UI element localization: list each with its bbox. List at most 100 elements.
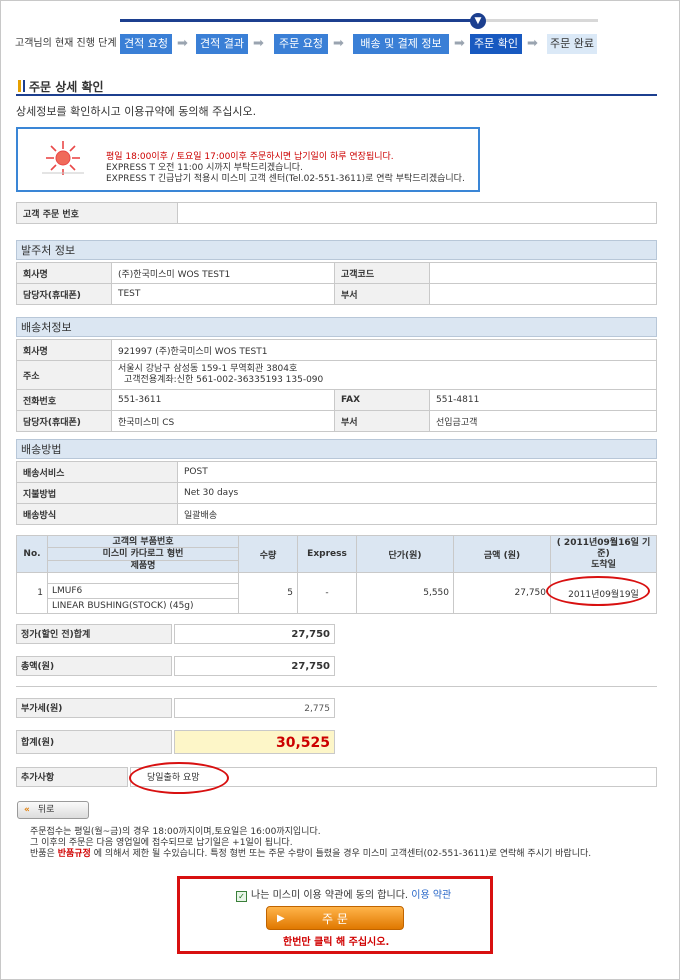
note-line-1: 주문접수는 평일(월~금)의 경우 18:00까지이며,토요일은 16:00까지… (30, 827, 321, 837)
list-total-label: 정가(할인 전)합계 (16, 624, 172, 644)
step-order-complete: 주문 완료 (547, 34, 597, 54)
items-header-catalog: 미스미 카다로그 형번 (47, 547, 239, 561)
order-notes: 주문접수는 평일(월~금)의 경우 18:00까지이며,토요일은 16:00까지… (30, 827, 591, 860)
step-estimate-result: 견적 결과 (196, 34, 248, 54)
items-header-unit: 단가(원) (356, 535, 454, 573)
shipping-dept: 선입금고객 (429, 410, 657, 432)
shipping-fax-label: FAX (334, 389, 430, 411)
orderer-dept (429, 283, 657, 305)
shipping-address: 서울시 강남구 삼성동 159-1 무역회관 3804호 고객전용계좌:신한 5… (111, 360, 657, 390)
down-arrow-icon: ▼ (470, 13, 486, 29)
items-header-no: No. (16, 535, 48, 573)
step-estimate-request: 견적 요청 (120, 34, 172, 54)
method-service: POST (177, 461, 657, 483)
method-payment: Net 30 days (177, 482, 657, 504)
item-product-name: LINEAR BUSHING(STOCK) (45g) (47, 598, 239, 614)
item-no: 1 (16, 572, 48, 614)
extra-label: 추가사항 (16, 767, 128, 787)
orderer-code-label: 고객코드 (334, 262, 430, 284)
shipping-company-label: 회사명 (16, 339, 112, 361)
shipping-phone-label: 전화번호 (16, 389, 112, 411)
items-header-arrival-label: 도착일 (591, 559, 616, 570)
delivery-notice-box: 평일 18:00이후 / 토요일 17:00이후 주문하시면 납기일이 하루 연… (16, 127, 480, 192)
shipping-address-label: 주소 (16, 360, 112, 390)
terms-link[interactable]: 이용 약관 (411, 890, 451, 901)
page-description: 상세정보를 확인하시고 이용규약에 동의해 주십시오. (16, 105, 257, 118)
items-header-express: Express (297, 535, 357, 573)
agreement-line: ✓ 나는 미스미 이용 약관에 동의 합니다. 이용 약관 (236, 886, 451, 902)
notice-line-3: EXPRESS T 긴급납기 적용시 미스미 고객 센터(Tel.02-551-… (106, 174, 465, 184)
items-header-qty: 수량 (238, 535, 298, 573)
orderer-dept-label: 부서 (334, 283, 430, 305)
sun-icon (42, 141, 84, 175)
step-arrow-icon: ➡ (253, 36, 264, 51)
step-arrow-icon: ➡ (333, 36, 344, 51)
progress-track-fill (120, 19, 478, 22)
progress-label: 고객님의 현재 진행 단계 (15, 38, 117, 49)
customer-order-table: 고객 주문 번호 (16, 202, 657, 224)
arrival-date-highlight-oval (546, 576, 650, 606)
step-arrow-icon: ➡ (527, 36, 538, 51)
customer-order-value (177, 202, 657, 224)
shipping-fax: 551-4811 (429, 389, 657, 411)
item-customer-part (47, 572, 239, 584)
item-catalog-number: LMUF6 (47, 583, 239, 599)
step-arrow-icon: ➡ (454, 36, 465, 51)
item-express: - (297, 572, 357, 614)
note-line-2: 그 이후의 주문은 다음 영업일에 접수되므로 납기일은 +1일이 됩니다. (30, 838, 293, 848)
item-unit-price: 5,550 (356, 572, 454, 614)
method-service-label: 배송서비스 (16, 461, 178, 483)
vat-value: 2,775 (174, 698, 335, 718)
return-policy-link[interactable]: 반품규정 (58, 849, 91, 859)
shipping-address-line-1: 서울시 강남구 삼성동 159-1 무역회관 3804호 (118, 364, 298, 374)
step-arrow-icon: ➡ (177, 36, 188, 51)
sum-value: 30,525 (174, 730, 335, 754)
order-button[interactable]: ▶ 주 문 (266, 906, 404, 930)
item-amount: 27,750 (453, 572, 551, 614)
method-section-header: 배송방법 (16, 439, 657, 459)
vat-label: 부가세(원) (16, 698, 172, 718)
totals-divider (16, 686, 657, 687)
orderer-person: TEST (111, 283, 335, 305)
orderer-code (429, 262, 657, 284)
note-line-3: 반품은 반품규정 에 의해서 제한 될 수있습니다. 특정 형번 또는 주문 수… (30, 849, 592, 859)
items-header-name: 제품명 (47, 559, 239, 574)
gross-total-value: 27,750 (174, 656, 335, 676)
shipping-table: 회사명 921997 (주)한국미스미 WOS TEST1 주소 서울시 강남구… (16, 339, 657, 432)
agree-checkbox[interactable]: ✓ (236, 891, 247, 902)
gross-total-label: 총액(원) (16, 656, 172, 676)
double-chevron-left-icon: « (24, 805, 30, 815)
click-once-warning: 한번만 클릭 해 주십시오. (283, 937, 390, 948)
items-header-arrival: ( 2011년09월16일 기준) 도착일 (550, 535, 657, 573)
shipping-section-header: 배송처정보 (16, 317, 657, 337)
extra-highlight-oval (129, 762, 229, 794)
items-header-amount: 금액 (원) (453, 535, 551, 573)
shipping-company: 921997 (주)한국미스미 WOS TEST1 (111, 339, 657, 361)
method-table: 배송서비스 POST 지불방법 Net 30 days 배송방식 일괄배송 (16, 461, 657, 525)
items-table: No. 고객의 부품번호 수량 Express 단가(원) 금액 (원) ( 2… (16, 534, 657, 614)
orderer-company-label: 회사명 (16, 262, 112, 284)
arrow-right-icon: ▶ (277, 913, 285, 924)
method-type: 일괄배송 (177, 503, 657, 525)
shipping-dept-label: 부서 (334, 410, 430, 432)
shipping-person: 한국미스미 CS (111, 410, 335, 432)
back-button[interactable]: « 뒤로 (17, 801, 89, 819)
orderer-section-header: 발주처 정보 (16, 240, 657, 260)
shipping-phone: 551-3611 (111, 389, 335, 411)
items-header-arrival-base: ( 2011년09월16일 기준) (556, 537, 651, 559)
orderer-person-label: 담당자(휴대폰) (16, 283, 112, 305)
orderer-table: 회사명 (주)한국미스미 WOS TEST1 고객코드 담당자(휴대폰) TES… (16, 262, 657, 305)
title-underline (16, 94, 657, 96)
page-title: 주문 상세 확인 (18, 78, 104, 95)
shipping-address-line-2: 고객전용계좌:신한 561-002-36335193 135-090 (124, 375, 324, 385)
step-shipping-payment: 배송 및 결제 정보 (353, 34, 449, 54)
items-header-customer-part: 고객의 부품번호 (47, 534, 239, 549)
list-total-value: 27,750 (174, 624, 335, 644)
back-button-label: 뒤로 (37, 805, 55, 815)
shipping-person-label: 담당자(휴대폰) (16, 410, 112, 432)
sum-label: 합계(원) (16, 730, 172, 754)
order-button-label: 주 문 (322, 912, 348, 926)
method-type-label: 배송방식 (16, 503, 178, 525)
step-order-request: 주문 요청 (274, 34, 328, 54)
item-qty: 5 (238, 572, 298, 614)
